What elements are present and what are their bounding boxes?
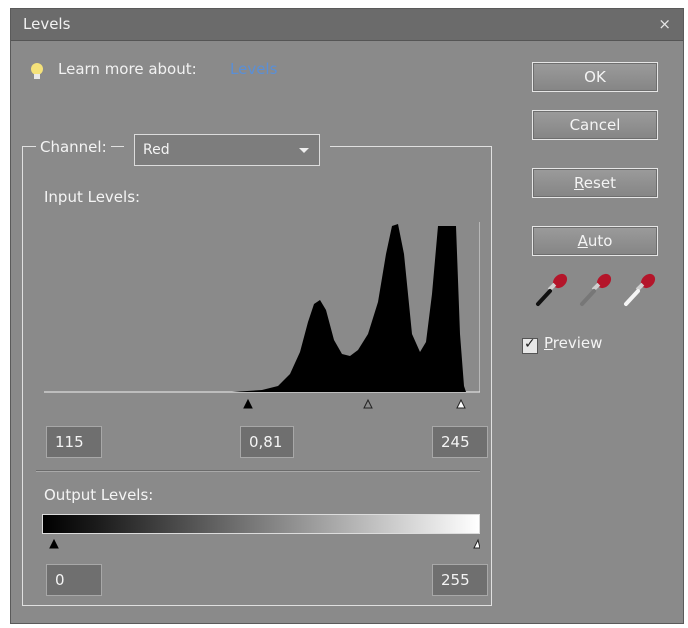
reset-button-mnemonic: R — [574, 174, 584, 192]
output-white-field[interactable]: 255 — [432, 564, 488, 596]
gray-point-eyedropper-icon[interactable] — [578, 272, 614, 308]
output-white-handle — [473, 538, 480, 549]
output-black-value: 0 — [55, 571, 65, 589]
output-black-field[interactable]: 0 — [46, 564, 102, 596]
channel-selected-value: Red — [143, 142, 170, 158]
auto-button[interactable]: Auto — [532, 226, 658, 256]
checkmark-icon: ✓ — [524, 336, 536, 352]
histogram — [44, 222, 480, 393]
output-gradient-bar — [42, 514, 480, 534]
white-point-eyedropper-icon[interactable] — [622, 272, 658, 308]
input-levels-label: Input Levels: — [44, 188, 141, 206]
output-levels-slider[interactable] — [42, 534, 480, 550]
input-gamma-field[interactable]: 0,81 — [240, 426, 294, 458]
learn-more-label: Learn more about: — [58, 60, 197, 78]
ok-button[interactable]: OK — [532, 62, 658, 92]
output-white-value: 255 — [441, 571, 470, 589]
window-title: Levels — [23, 15, 71, 33]
input-black-field[interactable]: 115 — [46, 426, 102, 458]
cancel-button[interactable]: Cancel — [532, 110, 658, 140]
input-gamma-handle — [363, 398, 373, 409]
preview-label-text: review — [552, 334, 603, 352]
input-white-field[interactable]: 245 — [432, 426, 488, 458]
input-levels-slider[interactable] — [42, 392, 480, 410]
section-divider — [36, 470, 480, 472]
ok-button-label: OK — [584, 68, 606, 86]
reset-button[interactable]: Reset — [532, 168, 658, 198]
channel-select[interactable]: Red — [134, 134, 320, 166]
levels-help-link[interactable]: Levels — [230, 60, 277, 78]
chevron-down-icon — [299, 148, 309, 153]
close-icon[interactable]: × — [658, 15, 671, 33]
black-point-eyedropper-icon[interactable] — [534, 272, 570, 308]
preview-label[interactable]: Preview — [544, 334, 602, 352]
input-black-point-handle — [243, 398, 253, 409]
preview-checkbox[interactable]: ✓ — [522, 336, 538, 354]
auto-button-label: uto — [587, 232, 613, 250]
cancel-button-label: Cancel — [569, 116, 621, 134]
auto-button-mnemonic: A — [577, 232, 588, 250]
output-black-handle — [49, 538, 59, 549]
lightbulb-icon — [31, 63, 43, 79]
input-black-value: 115 — [55, 433, 84, 451]
preview-mnemonic: P — [544, 334, 553, 352]
input-white-point-handle — [456, 398, 466, 409]
input-white-value: 245 — [441, 433, 470, 451]
title-bar[interactable]: Levels × — [11, 9, 683, 41]
input-gamma-value: 0,81 — [249, 433, 283, 451]
channel-label: Channel: — [36, 138, 111, 156]
reset-button-label: eset — [583, 174, 616, 192]
output-levels-label: Output Levels: — [44, 486, 154, 504]
